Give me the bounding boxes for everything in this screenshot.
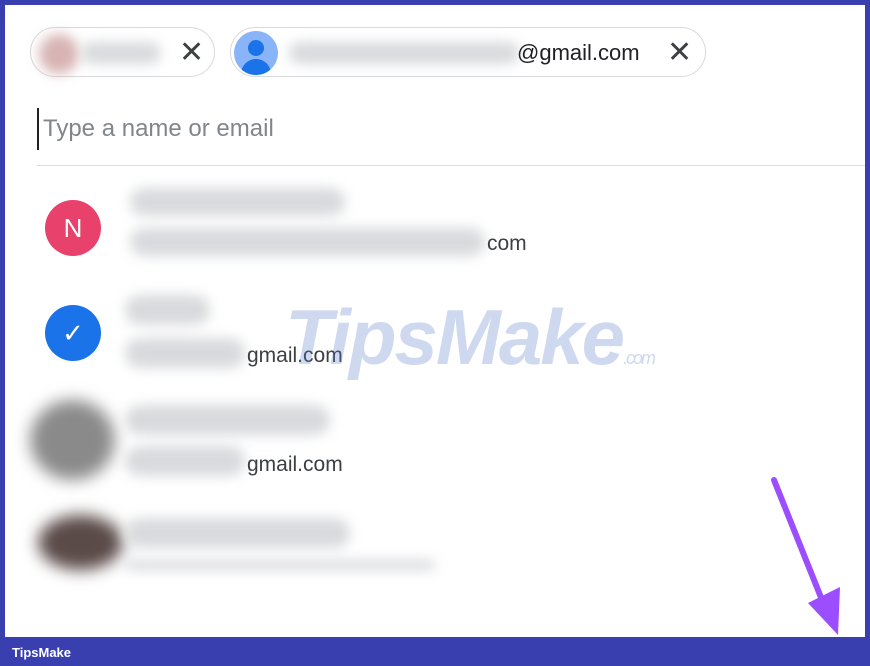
contact-email-blurred bbox=[125, 446, 245, 476]
avatar bbox=[39, 34, 79, 74]
recipient-email-blurred bbox=[289, 42, 519, 64]
footer-bar: TipsMake bbox=[0, 637, 870, 666]
check-icon: ✓ bbox=[45, 305, 101, 361]
contact-email-blurred bbox=[125, 560, 435, 570]
contact-email-blurred bbox=[130, 228, 485, 256]
person-icon bbox=[234, 31, 278, 75]
watermark-logo: TipsMake.com bbox=[285, 293, 656, 381]
search-input[interactable] bbox=[37, 108, 865, 150]
annotation-arrow-icon bbox=[771, 477, 840, 635]
divider bbox=[37, 165, 865, 166]
contact-name bbox=[130, 188, 345, 216]
avatar: N bbox=[45, 200, 101, 256]
contact-name bbox=[125, 295, 210, 325]
close-icon[interactable]: ✕ bbox=[179, 38, 204, 68]
recipient-email: @gmail.com bbox=[517, 40, 640, 65]
contact-name bbox=[125, 518, 350, 548]
avatar bbox=[38, 515, 123, 570]
recipient-name bbox=[81, 42, 161, 64]
recipient-chip-1[interactable]: ✕ bbox=[30, 27, 215, 77]
contact-email: com bbox=[487, 232, 527, 255]
close-icon[interactable]: ✕ bbox=[667, 38, 692, 68]
contact-email: gmail.com bbox=[247, 453, 343, 476]
avatar bbox=[30, 400, 115, 480]
contact-email-blurred bbox=[125, 338, 245, 368]
footer-brand: TipsMake bbox=[12, 645, 72, 660]
recipient-chip-2[interactable]: @gmail.com ✕ bbox=[230, 27, 706, 77]
contact-name bbox=[125, 405, 330, 435]
